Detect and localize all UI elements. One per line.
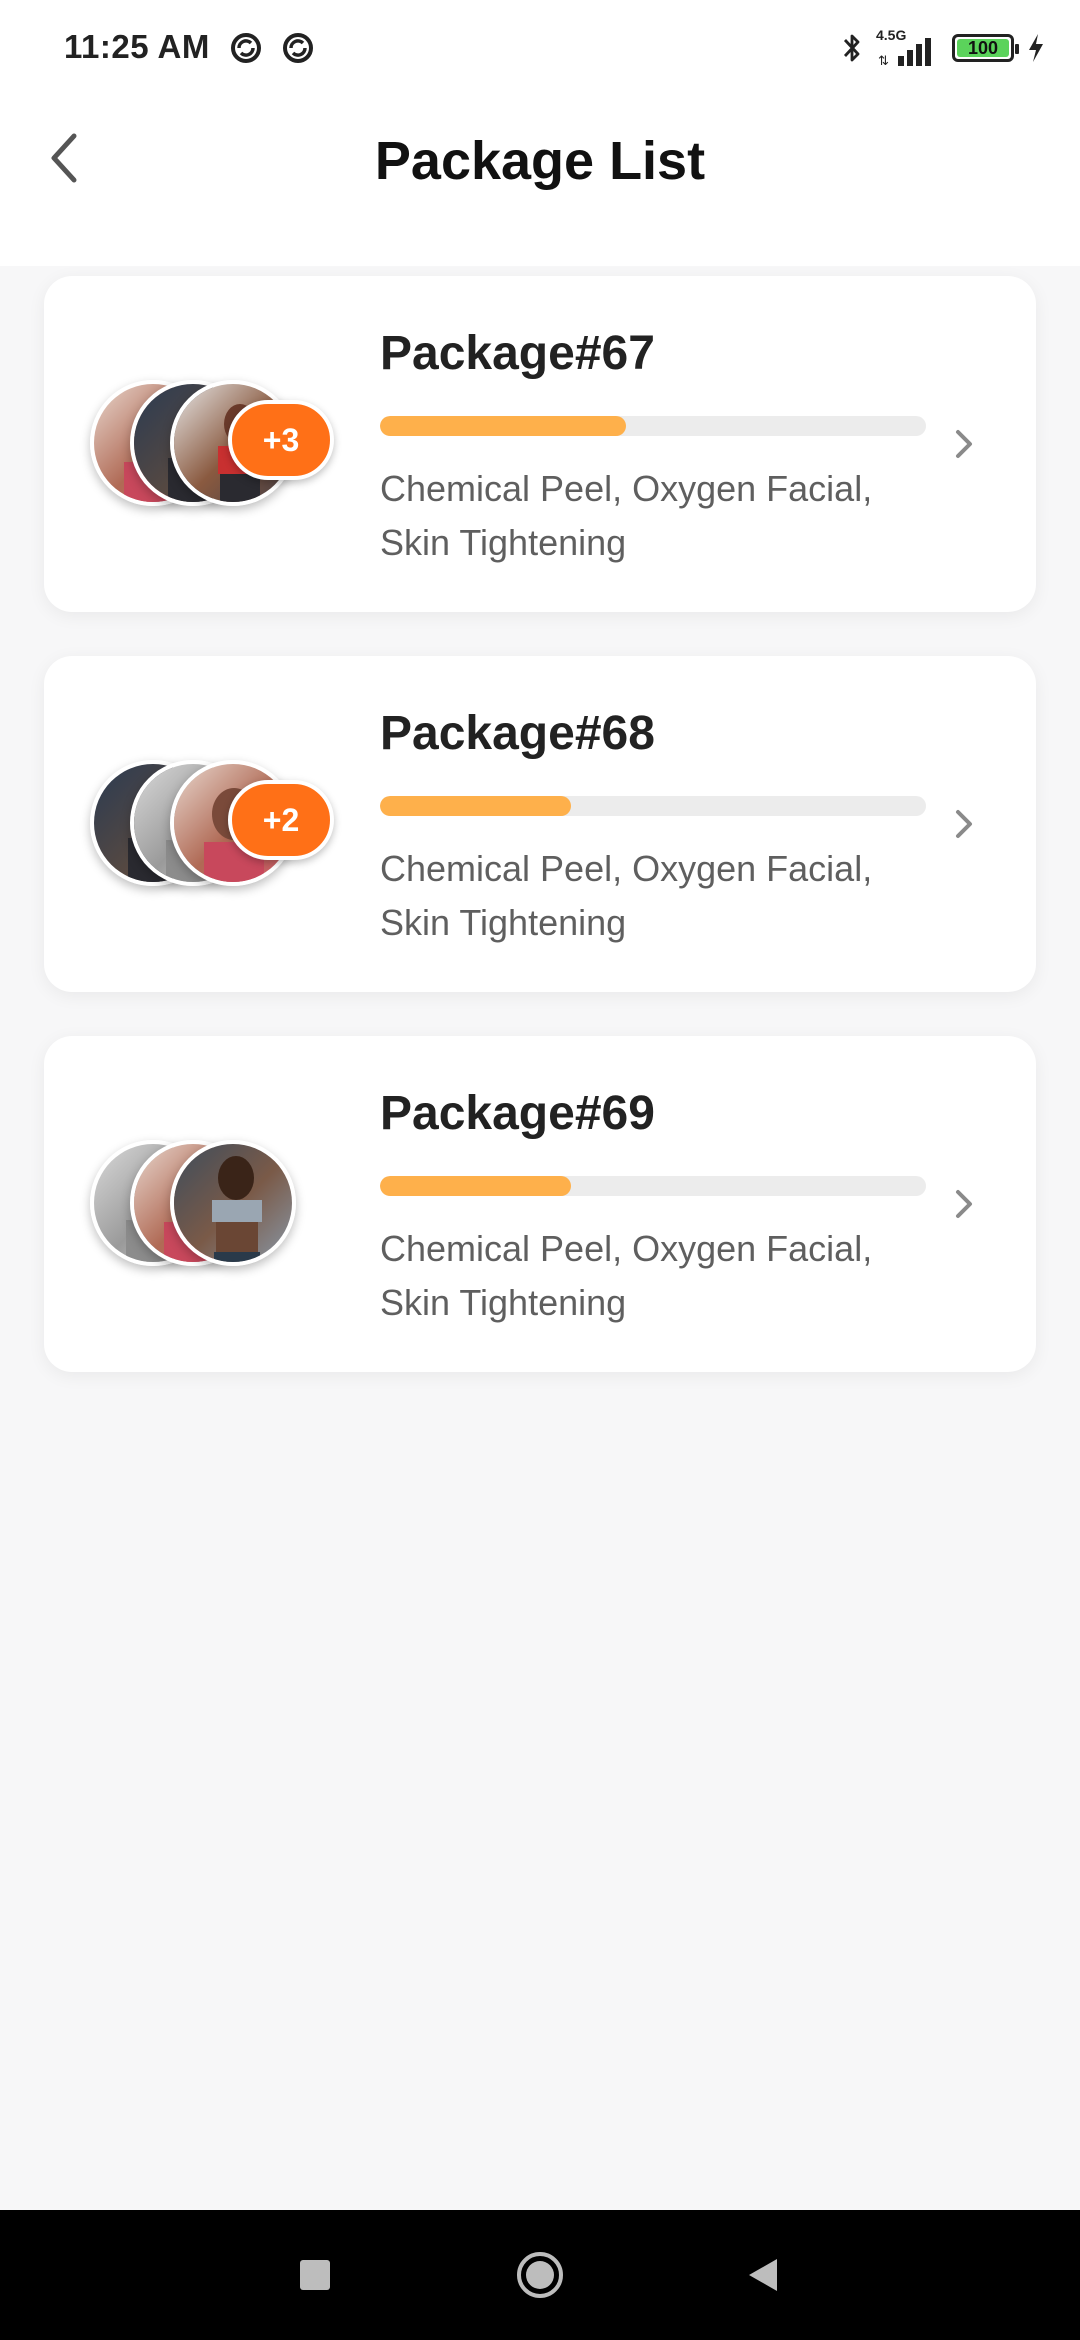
package-list: +3 Package#67 Chemical Peel, Oxygen Faci…: [44, 276, 1036, 1416]
status-bar: 11:25 AM 4.5G ⇅ 100: [0, 0, 1080, 96]
avatar-stack: +2: [90, 760, 350, 894]
progress-fill: [380, 1176, 572, 1196]
battery-percent: 100: [967, 37, 999, 58]
package-card[interactable]: +3 Package#67 Chemical Peel, Oxygen Faci…: [44, 276, 1036, 612]
battery-icon: 100: [952, 34, 1019, 62]
progress-fill: [380, 796, 572, 816]
progress-bar: [380, 1176, 926, 1196]
package-description: Chemical Peel, Oxygen Facial, Skin Tight…: [380, 468, 873, 563]
package-title: Package#69: [380, 1087, 655, 1140]
avatar-stack: [90, 1140, 350, 1274]
signal-icon: 4.5G ⇅: [876, 28, 940, 68]
svg-text:⇅: ⇅: [878, 54, 889, 68]
more-avatars-badge: +2: [228, 780, 334, 860]
recents-square-icon: [300, 2260, 330, 2290]
sync-icon: [231, 33, 261, 63]
back-triangle-icon: [749, 2259, 777, 2291]
header: Package List: [0, 96, 1080, 266]
status-indicators: 4.5G ⇅ 100: [840, 26, 1046, 70]
bluetooth-icon: [843, 34, 860, 62]
chevron-right-icon: [956, 810, 972, 838]
progress-fill: [380, 416, 626, 436]
sync-icon: [283, 33, 313, 63]
chevron-right-icon: [956, 1190, 972, 1218]
home-circle-icon: [517, 2252, 563, 2298]
back-nav-button[interactable]: [738, 2250, 788, 2300]
progress-bar: [380, 416, 926, 436]
package-title: Package#67: [380, 327, 655, 380]
page-title: Package List: [374, 131, 706, 191]
chevron-right-icon: [956, 430, 972, 458]
system-nav-bar: [0, 2210, 1080, 2340]
package-title: Package#68: [380, 707, 655, 760]
package-description: Chemical Peel, Oxygen Facial, Skin Tight…: [380, 848, 873, 943]
more-avatars-badge: +3: [228, 400, 334, 480]
avatar: [170, 1140, 296, 1266]
home-button[interactable]: [515, 2250, 565, 2300]
status-time: 11:25 AM: [64, 28, 210, 65]
battery-nub: [1015, 44, 1019, 54]
package-card[interactable]: +2 Package#68 Chemical Peel, Oxygen Faci…: [44, 656, 1036, 992]
charging-icon: [1029, 34, 1043, 62]
package-card[interactable]: Package#69 Chemical Peel, Oxygen Facial,…: [44, 1036, 1036, 1372]
recents-button[interactable]: [290, 2250, 340, 2300]
progress-bar: [380, 796, 926, 816]
package-description: Chemical Peel, Oxygen Facial, Skin Tight…: [380, 1228, 873, 1323]
avatar-stack: +3: [90, 380, 350, 514]
